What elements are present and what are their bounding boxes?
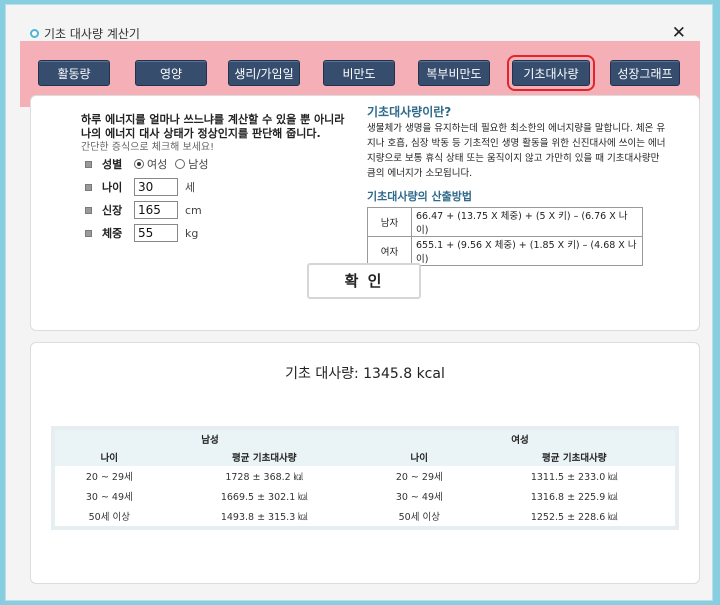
female-avg-header: 평균 기초대사량 — [542, 453, 607, 464]
title-dot-icon — [30, 29, 39, 38]
table-row: 20 ~ 29세 1728 ± 368.2 ㎉ 20 ~ 29세 1311.5 … — [55, 466, 675, 486]
gender-label: 성별 — [102, 158, 123, 171]
bullet-icon — [85, 229, 92, 237]
formula-row-male: 남자 66.47 + (13.75 X 체중) + (5 X 키) – (6.7… — [367, 207, 643, 237]
weight-unit: kg — [185, 226, 199, 240]
tab-activity[interactable]: 활동량 — [38, 60, 110, 86]
result-text: 기초 대사량: 1345.8 kcal — [285, 366, 445, 382]
table-row: 50세 이상 1493.8 ± 315.3 ㎉ 50세 이상 1252.5 ± … — [55, 506, 675, 526]
male-value-cell: 1493.8 ± 315.3 ㎉ — [220, 512, 308, 523]
female-radio[interactable] — [134, 159, 144, 169]
intro-line-3: 간단한 증식으로 체크해 보세요! — [81, 142, 215, 153]
age-label: 나이 — [102, 181, 123, 194]
female-label: 여성 — [147, 158, 168, 171]
height-input[interactable]: 165 — [134, 201, 178, 219]
reference-table: 남성 여성 나이 평균 기초대사량 나이 평균 기초대사량 20 ~ 29세 1… — [55, 430, 675, 526]
reference-group-header-row: 남성 여성 — [55, 430, 675, 448]
age-cell: 30 ~ 49세 — [395, 492, 443, 503]
age-row: 나이 30 세 — [85, 177, 195, 197]
height-label: 신장 — [102, 204, 123, 217]
bullet-icon — [85, 206, 92, 214]
tab-obesity[interactable]: 비만도 — [323, 60, 395, 86]
reference-table-wrap: 남성 여성 나이 평균 기초대사량 나이 평균 기초대사량 20 ~ 29세 1… — [51, 426, 679, 530]
male-radio[interactable] — [175, 159, 186, 169]
age-unit: 세 — [185, 181, 196, 194]
age-cell: 20 ~ 29세 — [85, 472, 133, 483]
tab-growth-chart[interactable]: 성장그래프 — [610, 60, 680, 86]
tab-nutrition[interactable]: 영양 — [135, 60, 207, 86]
height-unit: cm — [185, 203, 202, 217]
formula-text: 66.47 + (13.75 X 체중) + (5 X 키) – (6.76 X… — [411, 207, 643, 237]
reference-column-header-row: 나이 평균 기초대사량 나이 평균 기초대사량 — [55, 448, 675, 466]
formula-gender: 남자 — [367, 207, 412, 237]
tab-abdominal-obesity[interactable]: 복부비만도 — [418, 60, 490, 86]
male-label: 남성 — [188, 158, 209, 171]
female-value-cell: 1311.5 ± 233.0 ㎉ — [530, 472, 618, 483]
window-title: 기초 대사량 계산기 — [44, 27, 140, 41]
table-row: 30 ~ 49세 1669.5 ± 302.1 ㎉ 30 ~ 49세 1316.… — [55, 486, 675, 506]
age-cell: 50세 이상 — [398, 512, 440, 523]
weight-label: 체중 — [102, 227, 123, 240]
formula-table: 남자 66.47 + (13.75 X 체중) + (5 X 키) – (6.7… — [367, 207, 643, 266]
gender-row: 성별 여성 남성 — [85, 154, 217, 174]
female-value-cell: 1316.8 ± 225.9 ㎉ — [530, 492, 618, 503]
male-age-header: 나이 — [100, 453, 119, 464]
input-panel: 하루 에너지를 얼마나 쓰느냐를 계산할 수 있을 뿐 아니라 나의 에너지 대… — [30, 95, 700, 331]
bullet-icon — [85, 183, 92, 191]
formula-row-female: 여자 655.1 + (9.56 X 체중) + (1.85 X 키) – (4… — [367, 236, 643, 266]
female-value-cell: 1252.5 ± 228.6 ㎉ — [530, 512, 618, 523]
female-header: 여성 — [511, 435, 529, 446]
age-cell: 30 ~ 49세 — [85, 492, 133, 503]
tab-menstruation[interactable]: 생리/가임일 — [228, 60, 300, 86]
info-title: 기초대사량이란? — [367, 105, 452, 119]
title-bar: 기초 대사량 계산기 ✕ — [6, 5, 712, 43]
male-avg-header: 평균 기초대사량 — [232, 453, 297, 464]
female-age-header: 나이 — [410, 453, 429, 464]
weight-input[interactable]: 55 — [134, 224, 178, 242]
male-value-cell: 1728 ± 368.2 ㎉ — [225, 472, 304, 483]
formula-text: 655.1 + (9.56 X 체중) + (1.85 X 키) – (4.68… — [411, 236, 643, 266]
close-button[interactable]: ✕ — [672, 23, 686, 43]
age-input[interactable]: 30 — [134, 178, 178, 196]
result-panel: 기초 대사량: 1345.8 kcal 남성 여성 나이 평균 기초대사량 나이… — [30, 342, 700, 584]
age-cell: 20 ~ 29세 — [395, 472, 443, 483]
gender-male-option[interactable]: 남성 — [175, 156, 209, 172]
age-cell: 50세 이상 — [88, 512, 130, 523]
weight-row: 체중 55 kg — [85, 223, 198, 243]
male-value-cell: 1669.5 ± 302.1 ㎉ — [220, 492, 308, 503]
height-row: 신장 165 cm — [85, 200, 202, 220]
confirm-button[interactable]: 확 인 — [307, 263, 421, 299]
calculator-window: 기초 대사량 계산기 ✕ 활동량 영양 생리/가임일 비만도 복부비만도 기초대… — [5, 4, 713, 601]
male-header: 남성 — [201, 435, 219, 446]
gender-female-option[interactable]: 여성 — [134, 156, 167, 172]
method-title: 기초대사량의 산출방법 — [367, 190, 473, 203]
tab-basal-metabolism[interactable]: 기초대사량 — [507, 55, 595, 91]
info-paragraph: 생물체가 생명을 유지하는데 필요한 최소한의 에너지량을 말합니다. 체온 유… — [367, 123, 666, 179]
formula-gender: 여자 — [367, 236, 412, 266]
bullet-icon — [85, 160, 92, 168]
